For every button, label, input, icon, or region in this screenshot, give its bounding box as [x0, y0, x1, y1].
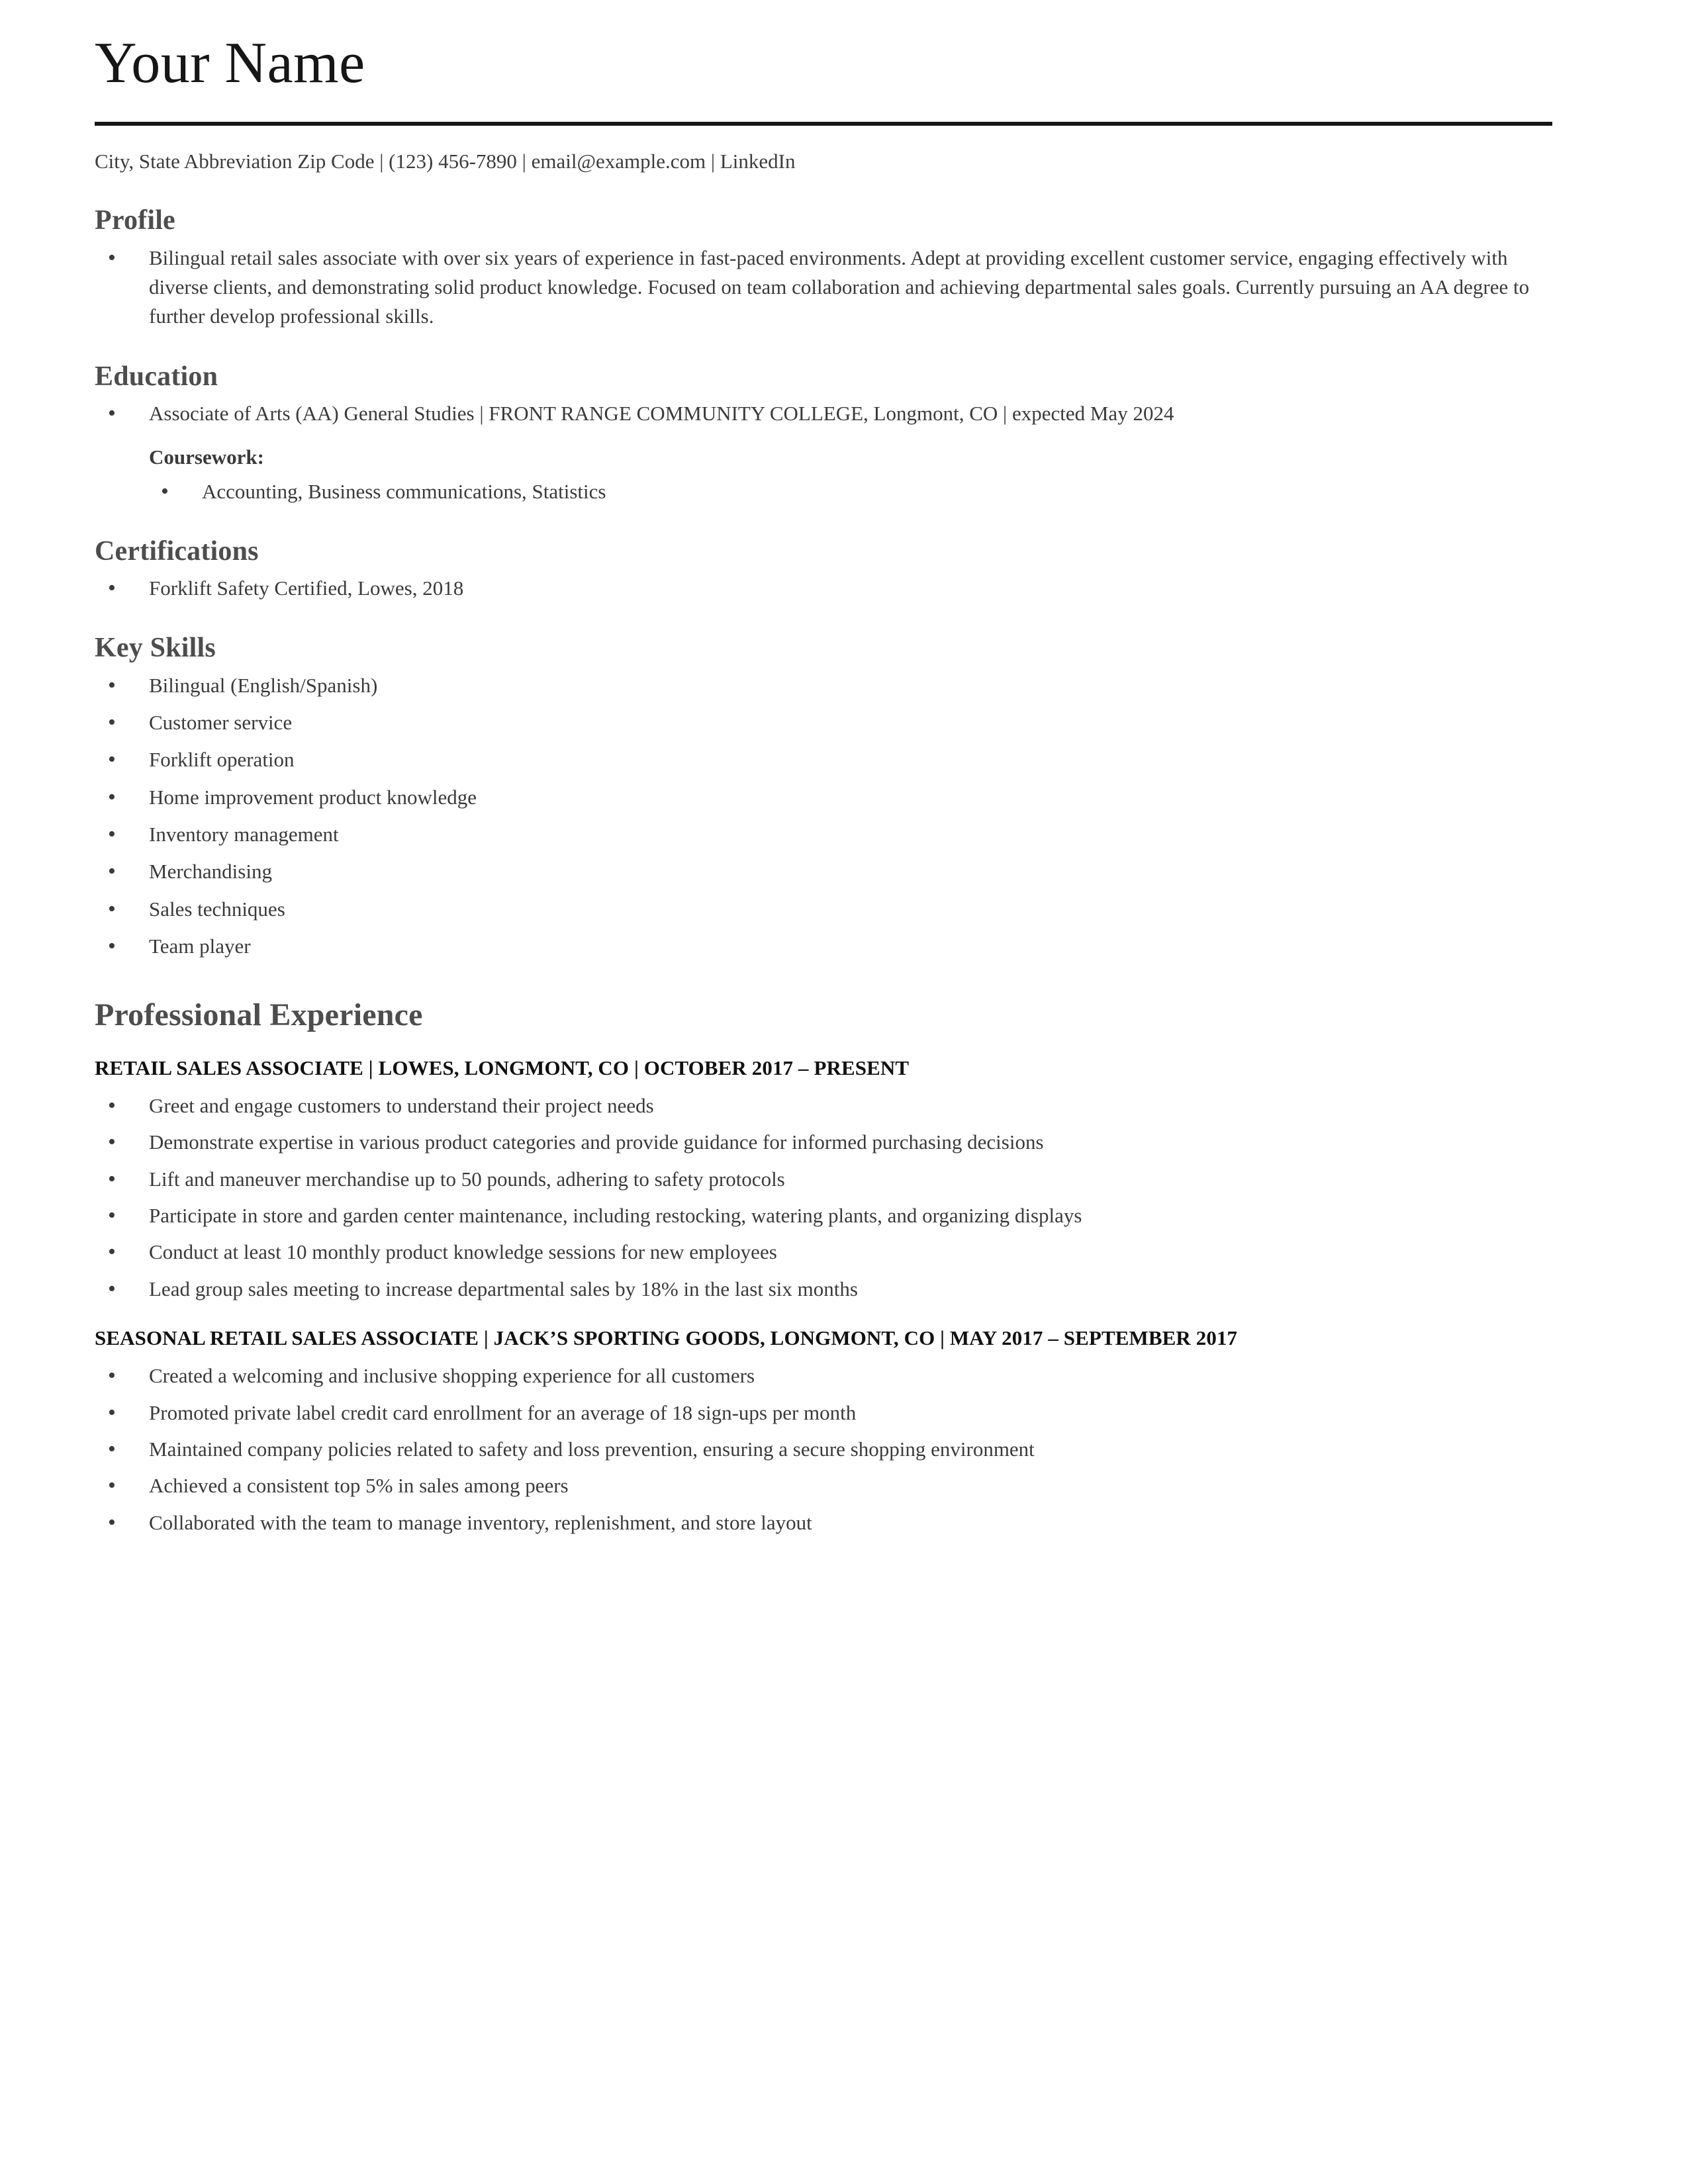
list-item: Achieved a consistent top 5% in sales am… — [95, 1470, 1552, 1502]
job-heading: SEASONAL RETAIL SALES ASSOCIATE | JACK’S… — [95, 1326, 1238, 1349]
experience-entry: RETAIL SALES ASSOCIATE | LOWES, LONGMONT… — [95, 1054, 1552, 1306]
list-item: Home improvement product knowledge — [95, 782, 1552, 814]
list-item: Collaborated with the team to manage inv… — [95, 1507, 1552, 1539]
section-certifications: Certifications Forklift Safety Certified… — [95, 535, 1552, 605]
header-divider — [95, 122, 1552, 126]
job-heading: RETAIL SALES ASSOCIATE | LOWES, LONGMONT… — [95, 1056, 910, 1079]
resume-page: Your Name City, State Abbreviation Zip C… — [0, 0, 1688, 2184]
certifications-list: Forklift Safety Certified, Lowes, 2018 — [95, 572, 1552, 605]
section-title-education: Education — [95, 361, 218, 392]
list-item: Created a welcoming and inclusive shoppi… — [95, 1360, 1552, 1392]
section-professional-experience: Professional Experience RETAIL SALES ASS… — [95, 997, 1552, 1539]
list-item: Lead group sales meeting to increase dep… — [95, 1273, 1552, 1306]
list-item: Conduct at least 10 monthly product know… — [95, 1236, 1552, 1269]
profile-list: Bilingual retail sales associate with ov… — [95, 242, 1552, 332]
section-title-certifications: Certifications — [95, 535, 259, 567]
list-item: Accounting, Business communications, Sta… — [148, 476, 1552, 508]
candidate-name: Your Name — [95, 31, 365, 95]
coursework-label: Coursework: — [149, 445, 264, 469]
experience-entry: SEASONAL RETAIL SALES ASSOCIATE | JACK’S… — [95, 1324, 1552, 1539]
list-item: Promoted private label credit card enrol… — [95, 1397, 1552, 1430]
education-list: Associate of Arts (AA) General Studies |… — [95, 398, 1552, 430]
section-title-professional-experience: Professional Experience — [95, 997, 423, 1033]
list-item: Team player — [95, 931, 1552, 963]
coursework-list: Accounting, Business communications, Sta… — [148, 476, 1552, 508]
list-item: Customer service — [95, 707, 1552, 739]
job-bullet-list: Greet and engage customers to understand… — [95, 1090, 1552, 1306]
list-item: Sales techniques — [95, 893, 1552, 926]
key-skills-list: Bilingual (English/Spanish) Customer ser… — [95, 670, 1552, 963]
list-item: Greet and engage customers to understand… — [95, 1090, 1552, 1122]
list-item: Inventory management — [95, 819, 1552, 851]
list-item: Bilingual retail sales associate with ov… — [95, 242, 1552, 332]
list-item: Maintained company policies related to s… — [95, 1433, 1552, 1466]
resume-content: Your Name City, State Abbreviation Zip C… — [95, 0, 1552, 1545]
list-item: Forklift Safety Certified, Lowes, 2018 — [95, 572, 1552, 605]
list-item: Associate of Arts (AA) General Studies |… — [95, 398, 1552, 430]
contact-line: City, State Abbreviation Zip Code | (123… — [95, 150, 796, 173]
list-item: Bilingual (English/Spanish) — [95, 670, 1552, 702]
section-title-profile: Profile — [95, 205, 175, 236]
list-item: Demonstrate expertise in various product… — [95, 1126, 1552, 1159]
section-key-skills: Key Skills Bilingual (English/Spanish) C… — [95, 632, 1552, 963]
list-item: Merchandising — [95, 856, 1552, 888]
list-item: Lift and maneuver merchandise up to 50 p… — [95, 1163, 1552, 1196]
section-profile: Profile Bilingual retail sales associate… — [95, 205, 1552, 331]
section-title-key-skills: Key Skills — [95, 633, 216, 664]
list-item: Forklift operation — [95, 744, 1552, 776]
resume-header: Your Name City, State Abbreviation Zip C… — [95, 0, 1552, 175]
job-bullet-list: Created a welcoming and inclusive shoppi… — [95, 1360, 1552, 1539]
section-education: Education Associate of Arts (AA) General… — [95, 361, 1552, 508]
list-item: Participate in store and garden center m… — [95, 1200, 1552, 1232]
